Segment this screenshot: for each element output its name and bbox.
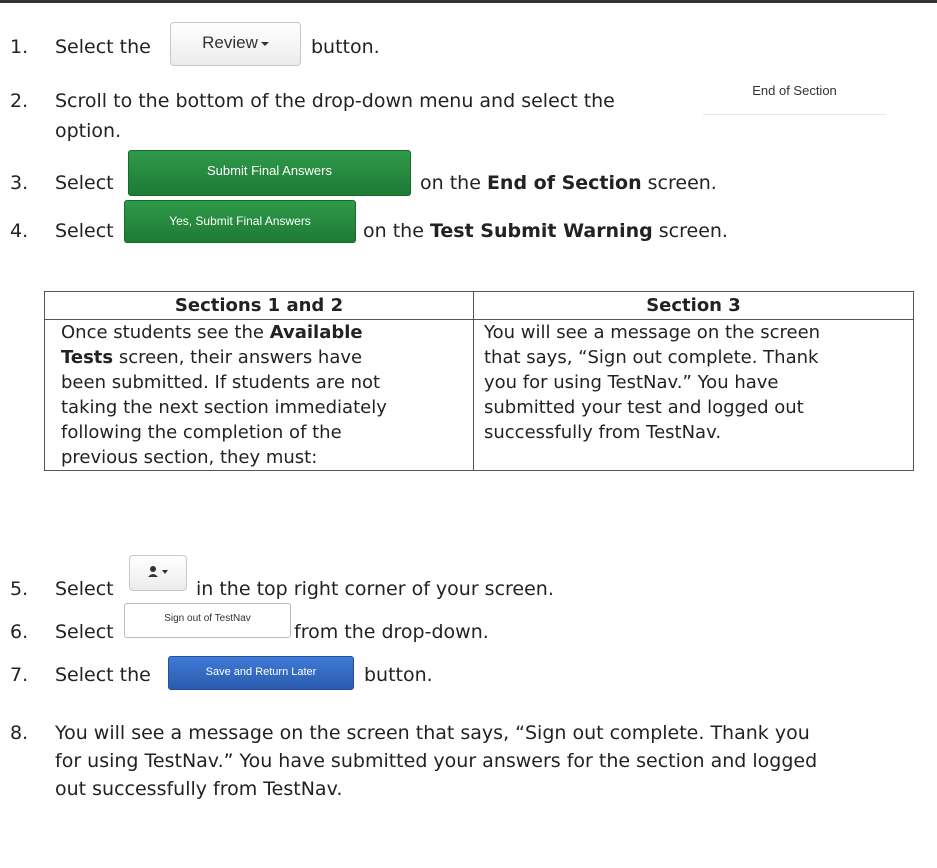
review-button-label: Review: [202, 33, 258, 52]
step-text-c: screen.: [652, 220, 728, 242]
table-cell-section-3: You will see a message on the screen tha…: [473, 319, 914, 471]
top-rule: [0, 0, 937, 3]
review-button[interactable]: Review: [170, 22, 301, 66]
step-text: Select the: [55, 36, 151, 58]
step-number: 8.: [10, 722, 29, 744]
cell-line: submitted your test and logged out: [484, 397, 804, 418]
step-text-after: on the Test Submit Warning screen.: [363, 218, 728, 244]
step-number: 2.: [10, 90, 29, 112]
table-header: Sections 1 and 2: [44, 291, 474, 320]
cell-bold-text: Tests: [61, 347, 114, 368]
step-number: 4.: [10, 220, 29, 242]
end-of-section-label: End of Section: [752, 83, 837, 98]
step-text-a: on the: [363, 220, 430, 242]
cell-text: Once students see the: [61, 322, 270, 343]
cell-line: Once students see the Available: [61, 320, 465, 345]
step-number: 6.: [10, 621, 29, 643]
cell-line: following the completion of the: [61, 422, 342, 443]
sections-table: Sections 1 and 2 Section 3 Once students…: [44, 291, 914, 471]
cell-line: Tests screen, their answers have: [61, 345, 465, 370]
step-text-line: for using TestNav.” You have submitted y…: [55, 750, 818, 772]
step-number: 3.: [10, 172, 29, 194]
user-menu-button[interactable]: [129, 555, 187, 591]
step-text: Select: [55, 578, 114, 600]
cell-line: you for using TestNav.” You have: [484, 372, 779, 393]
step-text-a: on the: [420, 172, 487, 194]
save-and-return-later-button[interactable]: Save and Return Later: [168, 656, 354, 690]
step-text: option.: [55, 120, 122, 142]
sign-out-menu-item[interactable]: Sign out of TestNav: [124, 603, 291, 638]
step-text: Scroll to the bottom of the drop-down me…: [55, 90, 615, 112]
submit-final-answers-label: Submit Final Answers: [207, 163, 332, 178]
sign-out-label: Sign out of TestNav: [164, 613, 251, 624]
chevron-down-icon: [260, 41, 269, 46]
step-text-after: from the drop-down.: [294, 621, 489, 643]
cell-text: screen, their answers have: [113, 347, 363, 368]
step-number: 1.: [10, 36, 29, 58]
cell-line: been submitted. If students are not: [61, 372, 381, 393]
step-number: 5.: [10, 578, 29, 600]
table-header: Section 3: [473, 291, 914, 320]
user-icon: [148, 566, 168, 577]
cell-line: successfully from TestNav.: [484, 422, 722, 443]
save-and-return-later-label: Save and Return Later: [205, 666, 317, 678]
end-of-section-option[interactable]: End of Section: [703, 68, 886, 115]
table-row: Once students see the Available Tests sc…: [44, 319, 914, 471]
table-cell-sections-1-2: Once students see the Available Tests sc…: [44, 319, 474, 471]
step-text-after: button.: [311, 36, 380, 58]
step-text: Select: [55, 621, 114, 643]
yes-submit-final-answers-label: Yes, Submit Final Answers: [169, 214, 311, 228]
step-text: Select: [55, 172, 114, 194]
step-text: Select: [55, 220, 114, 242]
step-text-after: in the top right corner of your screen.: [196, 578, 554, 600]
screen-name: End of Section: [486, 172, 642, 194]
table-header-row: Sections 1 and 2 Section 3: [44, 291, 914, 320]
step-text-after: on the End of Section screen.: [420, 170, 717, 196]
cell-line: taking the next section immediately: [61, 397, 387, 418]
step-text-c: screen.: [641, 172, 717, 194]
submit-final-answers-button[interactable]: Submit Final Answers: [128, 150, 411, 196]
step-text-line: You will see a message on the screen tha…: [55, 722, 810, 744]
step-text: Select the: [55, 664, 151, 686]
yes-submit-final-answers-button[interactable]: Yes, Submit Final Answers: [124, 200, 356, 243]
step-text-after: button.: [364, 664, 433, 686]
step-number: 7.: [10, 664, 29, 686]
cell-line: previous section, they must:: [61, 447, 318, 468]
step-text-line: out successfully from TestNav.: [55, 778, 343, 800]
cell-line: that says, “Sign out complete. Thank: [484, 347, 819, 368]
screen-name: Test Submit Warning: [429, 220, 653, 242]
cell-line: You will see a message on the screen: [484, 322, 821, 343]
cell-bold-text: Available: [269, 322, 363, 343]
